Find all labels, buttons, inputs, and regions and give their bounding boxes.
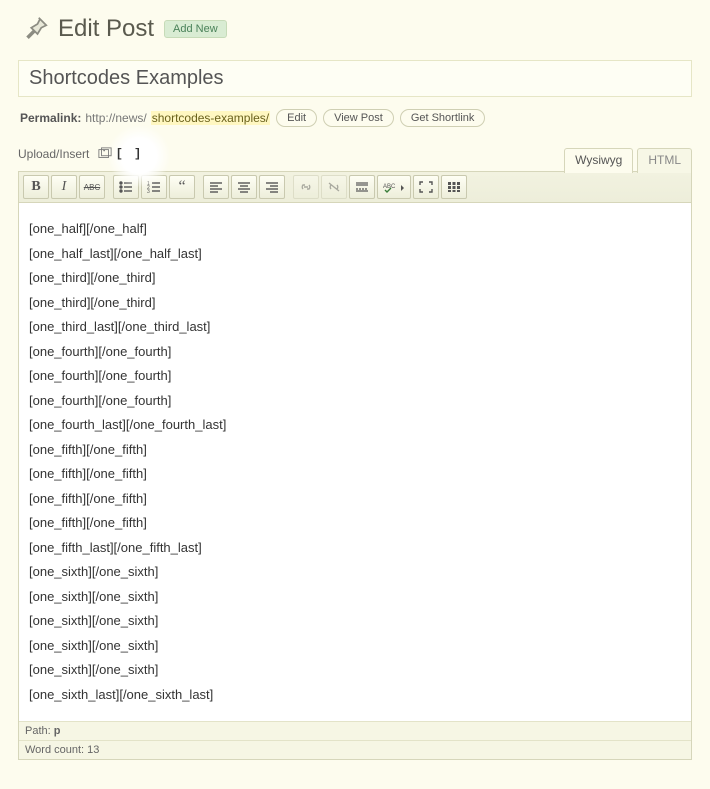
content-line[interactable]: [one_sixth][/one_sixth] (29, 585, 681, 610)
content-line[interactable]: [one_sixth][/one_sixth] (29, 658, 681, 683)
pin-icon (18, 12, 52, 46)
content-line[interactable]: [one_sixth_last][/one_sixth_last] (29, 683, 681, 708)
svg-text:3: 3 (147, 189, 150, 193)
content-line[interactable]: [one_sixth][/one_sixth] (29, 634, 681, 659)
content-line[interactable]: [one_half_last][/one_half_last] (29, 242, 681, 267)
align-center-button[interactable] (231, 175, 257, 199)
shortcode-icon[interactable]: [ ] (121, 146, 137, 162)
content-line[interactable]: [one_fourth][/one_fourth] (29, 364, 681, 389)
unordered-list-button[interactable] (113, 175, 139, 199)
status-wordcount-label: Word count: (25, 744, 84, 756)
permalink-slug[interactable]: shortcodes-examples/ (151, 111, 270, 125)
post-title-input[interactable] (19, 61, 691, 96)
tab-html[interactable]: HTML (637, 148, 692, 173)
editor-content[interactable]: [one_half][/one_half][one_half_last][/on… (19, 203, 691, 721)
ordered-list-button[interactable]: 1 2 3 (141, 175, 167, 199)
permalink-row: Permalink: http://news/shortcodes-exampl… (18, 103, 692, 137)
page-header: Edit Post Add New (18, 12, 692, 46)
content-line[interactable]: [one_third][/one_third] (29, 291, 681, 316)
add-new-button[interactable]: Add New (164, 20, 227, 38)
content-line[interactable]: [one_fifth][/one_fifth] (29, 487, 681, 512)
editor-toolbar: B I ABC 1 2 3 “ (19, 172, 691, 203)
content-line[interactable]: [one_sixth][/one_sixth] (29, 609, 681, 634)
insert-more-button[interactable] (349, 175, 375, 199)
content-line[interactable]: [one_fourth_last][/one_fourth_last] (29, 413, 681, 438)
link-button[interactable] (293, 175, 319, 199)
unlink-button[interactable] (321, 175, 347, 199)
post-title-box (18, 60, 692, 97)
align-right-button[interactable] (259, 175, 285, 199)
get-shortlink-button[interactable]: Get Shortlink (400, 109, 486, 127)
italic-button[interactable]: I (51, 175, 77, 199)
edit-permalink-button[interactable]: Edit (276, 109, 317, 127)
align-left-button[interactable] (203, 175, 229, 199)
blockquote-button[interactable]: “ (169, 175, 195, 199)
status-path-label: Path: (25, 725, 51, 737)
view-post-button[interactable]: View Post (323, 109, 394, 127)
bold-button[interactable]: B (23, 175, 49, 199)
status-path-value[interactable]: p (54, 725, 61, 737)
editor-box: B I ABC 1 2 3 “ (18, 171, 692, 760)
kitchen-sink-button[interactable] (441, 175, 467, 199)
content-line[interactable]: [one_fifth][/one_fifth] (29, 462, 681, 487)
tab-wysiwyg[interactable]: Wysiwyg (564, 148, 633, 173)
content-line[interactable]: [one_half][/one_half] (29, 217, 681, 242)
page-title: Edit Post (58, 15, 154, 43)
content-line[interactable]: [one_fourth][/one_fourth] (29, 340, 681, 365)
content-line[interactable]: [one_fifth][/one_fifth] (29, 511, 681, 536)
spellcheck-button[interactable]: ABC (377, 175, 411, 199)
content-line[interactable]: [one_fourth][/one_fourth] (29, 389, 681, 414)
add-media-icon[interactable] (97, 146, 113, 162)
editor-statusbar: Path: p Word count: 13 (19, 721, 691, 759)
content-line[interactable]: [one_fifth_last][/one_fifth_last] (29, 536, 681, 561)
content-line[interactable]: [one_third][/one_third] (29, 266, 681, 291)
content-line[interactable]: [one_sixth][/one_sixth] (29, 560, 681, 585)
upload-insert-label: Upload/Insert (18, 147, 89, 161)
permalink-base: http://news/ (85, 111, 146, 125)
content-line[interactable]: [one_third_last][/one_third_last] (29, 315, 681, 340)
fullscreen-button[interactable] (413, 175, 439, 199)
content-line[interactable]: [one_fifth][/one_fifth] (29, 438, 681, 463)
strikethrough-button[interactable]: ABC (79, 175, 105, 199)
upload-row: Upload/Insert [ ] Wysiwyg HTML (18, 137, 692, 171)
permalink-label: Permalink: (20, 111, 81, 125)
status-wordcount-value: 13 (87, 744, 99, 756)
